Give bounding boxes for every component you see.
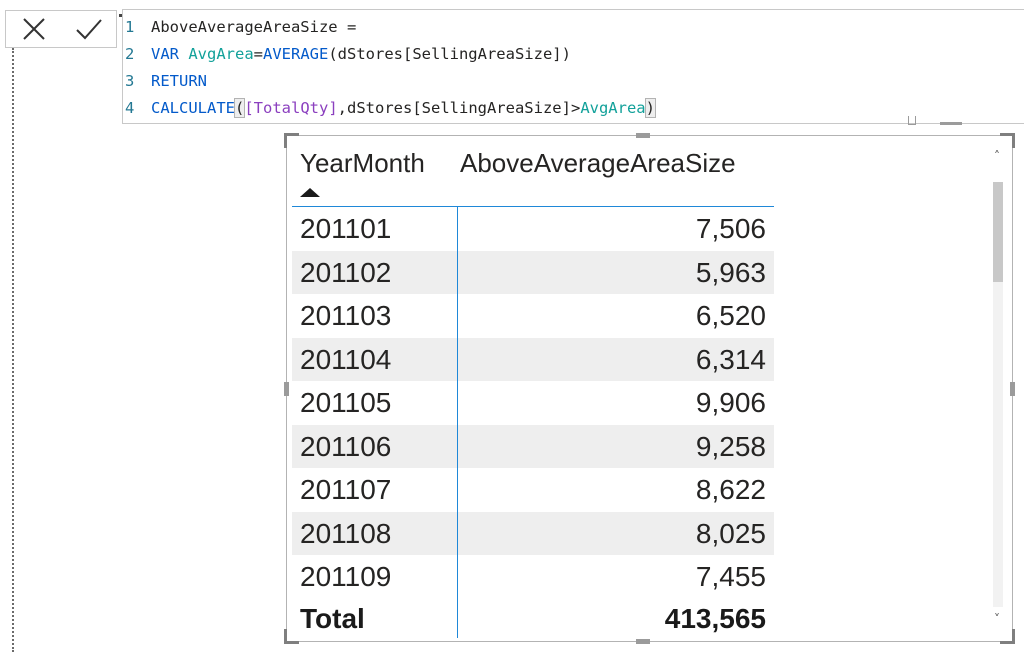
line-number: 4 <box>125 99 135 117</box>
code-line: 1 AboveAverageAreaSize = <box>123 14 366 41</box>
table-row[interactable]: 201103 6,520 <box>292 294 774 338</box>
measure-cell: 7,506 <box>695 213 766 244</box>
visual-header-icons <box>906 116 966 126</box>
line-number: 1 <box>125 18 135 36</box>
code-line: 4 CALCULATE([TotalQty],dStores[SellingAre… <box>123 95 657 122</box>
formula-bar-buttons <box>5 10 117 48</box>
code-token: AboveAverageAreaSize = <box>151 18 366 36</box>
code-token: AvgArea <box>580 99 646 117</box>
more-options-icon[interactable] <box>940 122 962 125</box>
cancel-button[interactable] <box>6 11 61 47</box>
table-row[interactable]: 201105 9,906 <box>292 381 774 425</box>
resize-handle-right[interactable] <box>1010 382 1015 396</box>
table-row[interactable]: 201101 7,506 <box>292 207 774 251</box>
total-label: Total <box>300 602 365 634</box>
close-icon <box>22 18 45 40</box>
code-token: AvgArea <box>188 45 254 63</box>
scroll-down-button[interactable]: ˅ <box>990 611 1004 627</box>
yearmonth-cell: 201109 <box>300 561 392 592</box>
measure-cell: 6,520 <box>695 300 766 331</box>
table-header: YearMonth AboveAverageAreaSize <box>292 136 774 207</box>
scroll-track[interactable] <box>993 182 1003 607</box>
scroll-thumb[interactable] <box>993 182 1003 282</box>
measure-cell: 7,455 <box>695 561 766 592</box>
yearmonth-cell: 201101 <box>300 213 392 244</box>
total-value: 413,565 <box>664 602 766 634</box>
column-divider[interactable] <box>457 206 458 638</box>
column-header-aboveaverageareasize[interactable]: AboveAverageAreaSize <box>460 148 736 179</box>
canvas-left-boundary <box>12 48 14 652</box>
code-token: CALCULATE <box>151 99 235 117</box>
yearmonth-cell: 201107 <box>300 474 392 505</box>
sort-ascending-icon[interactable] <box>300 188 320 197</box>
table-row[interactable]: 201109 7,455 <box>292 555 774 599</box>
yearmonth-cell: 201105 <box>300 387 392 418</box>
measure-cell: 8,025 <box>695 517 766 549</box>
code-token: [TotalQty] <box>244 99 338 117</box>
measure-cell: 9,906 <box>695 387 766 418</box>
code-token: = <box>253 45 263 63</box>
commit-button[interactable] <box>61 11 116 47</box>
table-row[interactable]: 201107 8,622 <box>292 468 774 512</box>
table-row[interactable]: 201108 8,025 <box>292 511 774 555</box>
vertical-scrollbar[interactable]: ˄ ˅ <box>990 144 1004 626</box>
measure-cell: 5,963 <box>695 256 766 288</box>
resize-handle-bottom-right[interactable] <box>1000 629 1015 644</box>
resize-handle-bottom[interactable] <box>636 639 650 644</box>
yearmonth-cell: 201108 <box>300 517 392 549</box>
check-icon <box>75 19 102 40</box>
table-row[interactable]: 201104 6,314 <box>292 337 774 381</box>
dax-formula-editor[interactable]: 1 AboveAverageAreaSize = 2 VAR AvgArea=AVE… <box>119 9 1024 124</box>
line-number: 3 <box>125 72 135 90</box>
code-line: 3 RETURN <box>123 68 207 95</box>
table-row[interactable]: 201102 5,963 <box>292 250 774 294</box>
code-token: ,dStores[SellingAreaSize]> <box>337 99 581 117</box>
yearmonth-cell: 201104 <box>300 343 392 375</box>
filter-icon[interactable] <box>908 116 916 125</box>
table-visual[interactable]: YearMonth AboveAverageAreaSize 201101 7,5… <box>284 133 1015 644</box>
yearmonth-cell: 201102 <box>300 256 392 288</box>
scroll-up-button[interactable]: ˄ <box>990 148 1004 164</box>
yearmonth-cell: 201106 <box>300 430 392 462</box>
yearmonth-cell: 201103 <box>300 300 392 331</box>
resize-handle-left[interactable] <box>284 382 289 396</box>
code-token: RETURN <box>151 72 207 90</box>
table-row[interactable]: 201106 9,258 <box>292 424 774 468</box>
measure-cell: 6,314 <box>695 343 766 375</box>
code-line: 2 VAR AvgArea=AVERAGE(dStores[SellingArea… <box>123 41 571 68</box>
code-token: ( <box>233 98 246 118</box>
column-header-yearmonth[interactable]: YearMonth <box>300 148 425 179</box>
data-table: YearMonth AboveAverageAreaSize 201101 7,5… <box>292 136 774 639</box>
code-token: ) <box>644 98 657 118</box>
measure-cell: 9,258 <box>695 430 766 462</box>
measure-cell: 8,622 <box>695 474 766 505</box>
code-token: VAR <box>151 45 189 63</box>
code-token: (dStores[SellingAreaSize]) <box>328 45 571 63</box>
code-token: AVERAGE <box>263 45 329 63</box>
line-number: 2 <box>125 45 135 63</box>
total-row: Total 413,565 <box>292 599 774 639</box>
